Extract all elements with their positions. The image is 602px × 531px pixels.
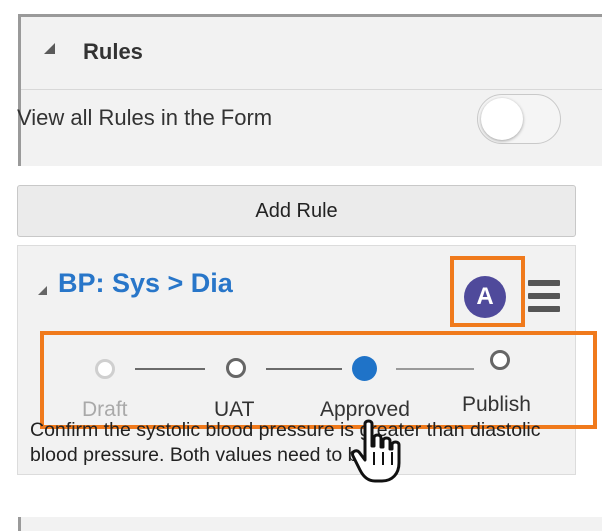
step-publish-label: Publish <box>462 393 531 416</box>
rule-collapse-triangle-icon[interactable] <box>38 286 47 295</box>
rules-section-header[interactable]: Rules <box>21 17 602 89</box>
step-connector <box>266 368 342 370</box>
step-approved-circle[interactable] <box>352 356 377 381</box>
step-connector <box>396 368 474 370</box>
step-draft-circle <box>95 359 115 379</box>
hamburger-menu-icon[interactable] <box>528 280 560 314</box>
view-all-rules-toggle[interactable] <box>477 94 561 144</box>
step-publish-circle[interactable] <box>490 350 510 370</box>
view-all-rules-label: View all Rules in the Form <box>17 105 273 130</box>
rule-title[interactable]: BP: Sys > Dia <box>58 268 233 299</box>
add-rule-button[interactable]: Add Rule <box>17 185 576 237</box>
divider <box>21 89 602 90</box>
step-connector <box>135 368 205 370</box>
toggle-knob <box>481 98 523 140</box>
rule-description: Confirm the systolic blood pressure is g… <box>30 419 541 466</box>
assignee-avatar[interactable]: A <box>464 276 506 318</box>
step-uat-circle[interactable] <box>226 358 246 378</box>
hand-cursor-icon <box>351 419 401 483</box>
collapse-triangle-icon[interactable] <box>44 43 55 54</box>
section-title: Rules <box>83 39 143 64</box>
panel-bottom <box>0 475 602 517</box>
